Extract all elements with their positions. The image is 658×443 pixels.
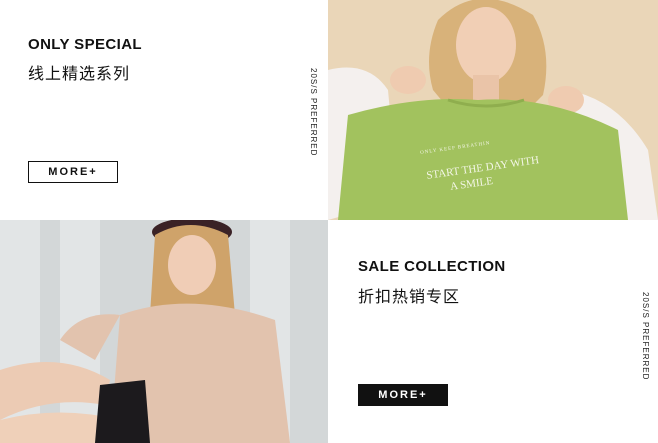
model-photo-pink-sweater[interactable] (0, 220, 328, 443)
more-button-sale[interactable]: MORE+ (358, 384, 448, 406)
season-vertical-label: 20S/S PREFERRED (309, 68, 318, 157)
model-photo-illustration-2 (0, 220, 328, 443)
only-special-promo: ONLY SPECIAL 线上精选系列 20S/S PREFERRED MORE… (0, 0, 328, 220)
more-button-special[interactable]: MORE+ (28, 161, 118, 183)
promo-title-en-sale: SALE COLLECTION (358, 258, 506, 275)
model-photo-green-shirt[interactable]: ONLY KEEP BREATHIN START THE DAY WITH A … (328, 0, 658, 220)
promo-title-en: ONLY SPECIAL (28, 36, 142, 53)
sale-collection-promo: SALE COLLECTION 折扣热销专区 20S/S PREFERRED M… (328, 220, 658, 443)
promo-title-cn-sale: 折扣热销专区 (358, 289, 461, 306)
season-vertical-label-sale: 20S/S PREFERRED (641, 292, 650, 381)
promo-title-cn: 线上精选系列 (28, 66, 131, 83)
